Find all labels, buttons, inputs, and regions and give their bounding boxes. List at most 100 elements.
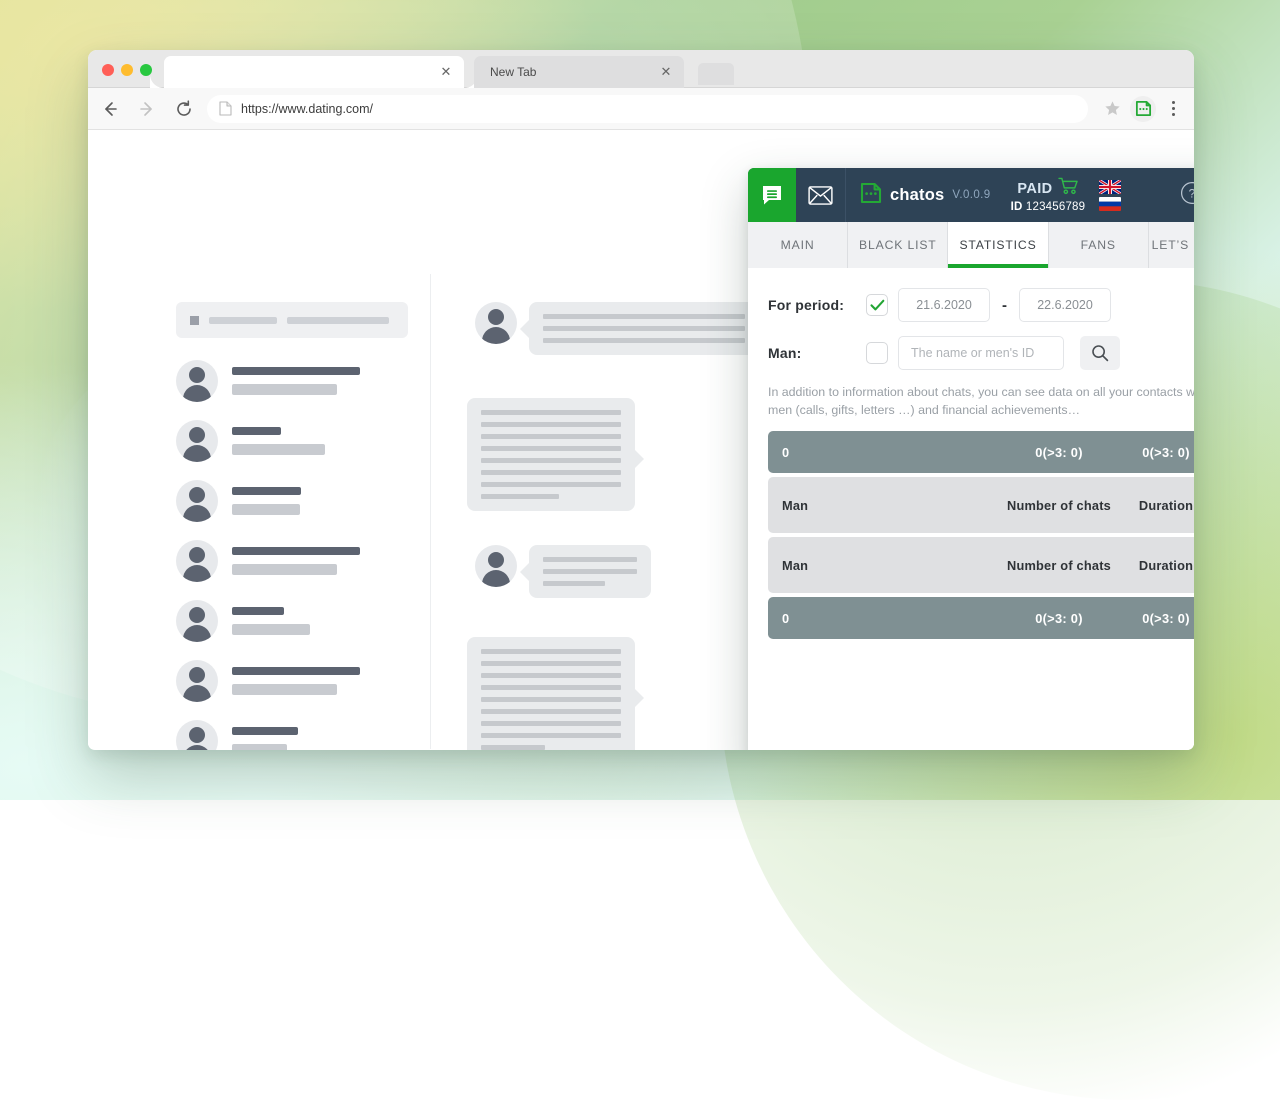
statistics-table: 0 0(>3: 0) 0(>3: 0) Man Number of chats … — [768, 431, 1194, 639]
chat-bubble-incoming — [529, 545, 651, 598]
search-icon — [1091, 344, 1109, 362]
statistics-panel: For period: 21.6.2020 - 22.6.2020 Man: T… — [748, 268, 1194, 750]
search-button[interactable] — [1080, 336, 1120, 370]
chat-bubble-outgoing — [467, 398, 635, 511]
flag-russia-icon[interactable] — [1099, 197, 1121, 211]
browser-tab-title: New Tab — [490, 65, 658, 79]
envelope-icon[interactable] — [796, 168, 846, 222]
period-filter-row: For period: 21.6.2020 - 22.6.2020 — [768, 288, 1194, 322]
cell-number-of-chats: 0(>3: 0) — [1000, 445, 1118, 460]
chatos-extension-panel: chatos V.0.0.9 PAID ID 123456789 — [748, 168, 1194, 750]
list-item[interactable] — [176, 600, 408, 642]
three-dot-menu-icon[interactable] — [1162, 101, 1184, 116]
placeholder-bar — [209, 317, 277, 324]
account-id-value: 123456789 — [1026, 201, 1085, 213]
list-item[interactable] — [176, 360, 408, 402]
column-header-man: Man — [782, 498, 1000, 513]
chat-bubble-icon[interactable] — [748, 168, 796, 222]
chatos-tabbar: MAIN BLACK LIST STATISTICS FANS LET’S MI… — [748, 222, 1194, 268]
help-circle-icon[interactable]: ? — [1180, 181, 1194, 210]
avatar — [475, 545, 517, 587]
date-range-separator: - — [1000, 297, 1009, 314]
date-to-input[interactable]: 22.6.2020 — [1019, 288, 1111, 322]
column-header-man: Man — [782, 558, 1000, 573]
list-item[interactable] — [176, 720, 408, 750]
avatar — [176, 360, 218, 402]
list-item-lines — [232, 667, 360, 695]
list-item-lines — [232, 487, 301, 515]
chatos-header-actions: ? — [1172, 168, 1194, 222]
flag-uk-icon[interactable] — [1099, 180, 1121, 194]
tab-lets-mingle[interactable]: LET’S MINGLE — [1149, 222, 1194, 268]
browser-tab-newtab[interactable]: New Tab ✕ — [474, 56, 684, 88]
table-row[interactable]: 0 0(>3: 0) 0(>3: 0) — [768, 597, 1194, 639]
list-item[interactable] — [176, 660, 408, 702]
shopping-cart-icon[interactable] — [1058, 177, 1079, 200]
svg-text:?: ? — [1189, 186, 1194, 200]
cell-number-of-chats: 0(>3: 0) — [1000, 611, 1118, 626]
table-row[interactable]: 0 0(>3: 0) 0(>3: 0) — [768, 431, 1194, 473]
star-icon[interactable] — [1098, 95, 1126, 123]
man-search-input[interactable]: The name or men's ID — [898, 336, 1064, 370]
language-switcher[interactable] — [1091, 168, 1129, 222]
list-item-lines — [232, 547, 360, 575]
chatos-brand: chatos V.0.0.9 — [846, 168, 1003, 222]
page-document-icon — [219, 101, 232, 116]
tab-fans[interactable]: FANS — [1049, 222, 1149, 268]
account-id: ID 123456789 — [1011, 201, 1086, 213]
period-checkbox[interactable] — [866, 294, 888, 316]
man-checkbox[interactable] — [866, 342, 888, 364]
tab-black-list[interactable]: BLACK LIST — [848, 222, 948, 268]
cell-duration: 0(>3: 0) — [1118, 611, 1194, 626]
back-arrow-icon[interactable] — [95, 94, 125, 124]
man-filter-row: Man: The name or men's ID — [768, 336, 1194, 370]
paid-label: PAID — [1017, 181, 1052, 197]
statistics-description: In addition to information about chats, … — [768, 384, 1194, 419]
avatar — [475, 302, 517, 344]
brand-name: chatos — [890, 186, 944, 205]
column-header-duration: Duration — [1118, 558, 1194, 573]
cell-man: 0 — [782, 611, 1000, 626]
reload-icon[interactable] — [169, 94, 199, 124]
list-item[interactable] — [176, 420, 408, 462]
browser-window: ✕ New Tab ✕ https://www.dating.com/ — [88, 50, 1194, 750]
window-close-button[interactable] — [102, 64, 114, 76]
close-icon[interactable]: ✕ — [658, 64, 674, 80]
account-id-prefix: ID — [1011, 201, 1023, 213]
man-label: Man: — [768, 345, 856, 361]
cell-man: 0 — [782, 445, 1000, 460]
page-search-placeholder[interactable] — [176, 302, 408, 338]
url-text: https://www.dating.com/ — [241, 102, 373, 116]
tab-main[interactable]: MAIN — [748, 222, 848, 268]
list-item[interactable] — [176, 540, 408, 582]
url-input[interactable]: https://www.dating.com/ — [207, 95, 1088, 123]
browser-toolbar: https://www.dating.com/ — [88, 88, 1194, 130]
list-item-lines — [232, 427, 325, 455]
avatar — [176, 660, 218, 702]
placeholder-bar — [287, 317, 389, 324]
tab-statistics[interactable]: STATISTICS — [948, 222, 1048, 268]
table-header-row: Man Number of chats Duration — [768, 477, 1194, 533]
close-icon[interactable]: ✕ — [438, 64, 454, 80]
window-minimize-button[interactable] — [121, 64, 133, 76]
browser-tab-active[interactable]: ✕ — [164, 56, 464, 88]
chatos-header: chatos V.0.0.9 PAID ID 123456789 — [748, 168, 1194, 222]
column-header-duration: Duration — [1118, 498, 1194, 513]
new-tab-button[interactable] — [698, 63, 734, 85]
avatar — [176, 420, 218, 462]
chatos-extension-icon[interactable] — [1130, 96, 1156, 122]
date-from-input[interactable]: 21.6.2020 — [898, 288, 990, 322]
paid-badge: PAID — [1017, 177, 1078, 200]
page-contact-list — [154, 274, 430, 749]
browser-tabstrip: ✕ New Tab ✕ — [88, 50, 1194, 88]
chatos-logo-icon — [860, 182, 882, 209]
period-label: For period: — [768, 297, 856, 313]
avatar — [176, 600, 218, 642]
account-status[interactable]: PAID ID 123456789 — [1003, 168, 1092, 222]
brand-version: V.0.0.9 — [952, 189, 990, 201]
forward-arrow-icon[interactable] — [132, 94, 162, 124]
avatar — [176, 540, 218, 582]
search-glyph-icon — [190, 316, 199, 325]
list-item[interactable] — [176, 480, 408, 522]
avatar — [176, 480, 218, 522]
